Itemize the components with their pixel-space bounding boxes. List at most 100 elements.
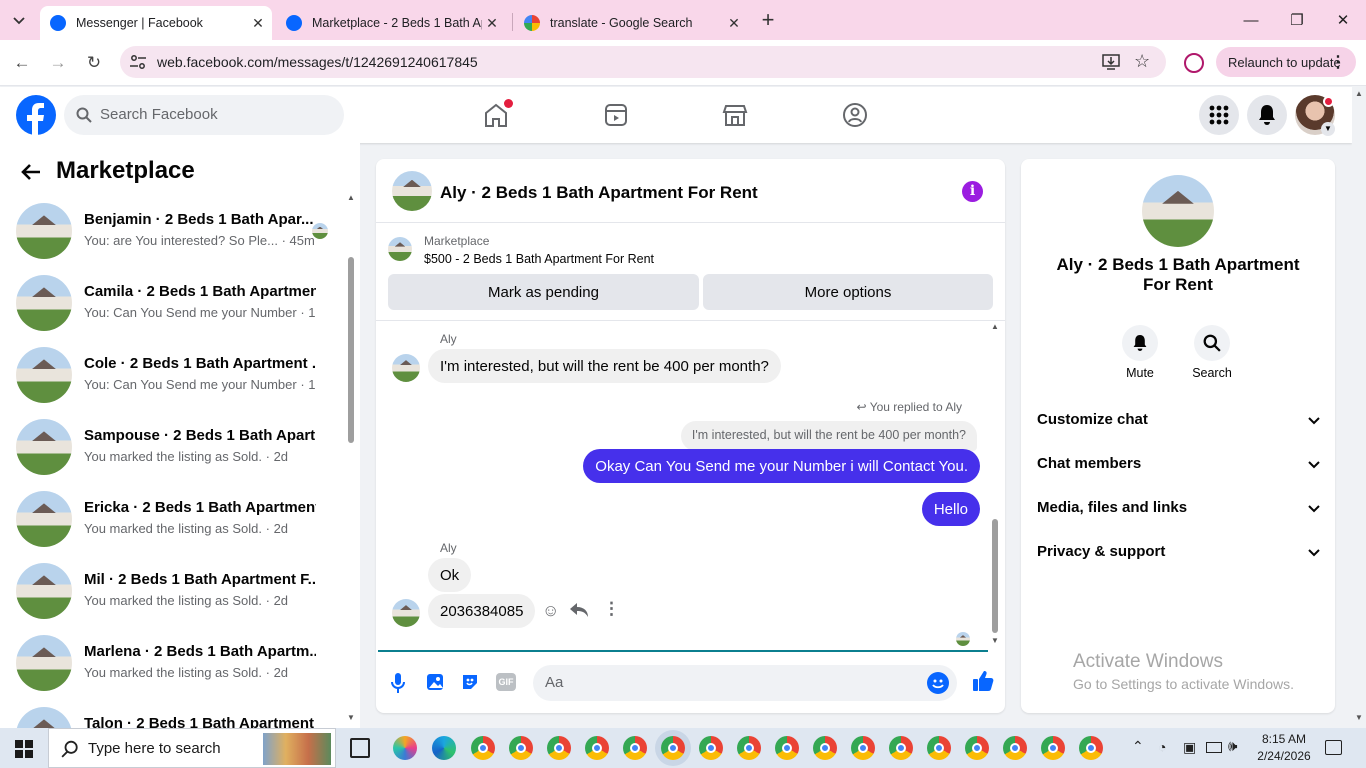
reels-icon[interactable]	[602, 101, 630, 129]
photo-icon[interactable]	[425, 672, 445, 692]
conversation-item[interactable]: Cole · 2 Beds 1 Bath Apartment ... You: C…	[16, 347, 336, 419]
thumbs-up-icon[interactable]	[972, 670, 994, 692]
network-icon[interactable]: ▣	[1183, 739, 1196, 756]
more-menu-icon[interactable]: ⋮	[1330, 52, 1346, 72]
incoming-message[interactable]: 2036384085	[428, 594, 536, 628]
chat-title[interactable]: Aly · 2 Beds 1 Bath Apartment For Rent	[440, 183, 758, 203]
task-view-icon[interactable]	[350, 738, 370, 758]
gif-icon[interactable]: GIF	[496, 673, 516, 691]
outgoing-message[interactable]: Okay Can You Send me your Number i will …	[583, 449, 980, 483]
reply-arrow-icon[interactable]	[570, 603, 588, 617]
notifications-button[interactable]	[1247, 95, 1287, 135]
home-icon[interactable]	[482, 99, 513, 129]
customize-chat-section[interactable]: Customize chat	[1037, 411, 1321, 435]
facebook-logo-icon[interactable]	[16, 95, 56, 135]
account-avatar[interactable]: ▼	[1295, 95, 1335, 136]
facebook-search-input[interactable]: Search Facebook	[64, 95, 344, 135]
more-actions-icon[interactable]: ⋮	[603, 599, 620, 619]
quoted-message[interactable]: I'm interested, but will the rent be 400…	[680, 421, 977, 451]
back-arrow-icon[interactable]: ←	[7, 48, 37, 78]
conversation-item[interactable]: Camila · 2 Beds 1 Bath Apartmen... You: C…	[16, 275, 336, 347]
conversation-item[interactable]: Talon · 2 Beds 1 Bath Apartment ...	[16, 707, 336, 728]
chrome-icon[interactable]	[1079, 736, 1103, 760]
sender-avatar[interactable]	[392, 599, 420, 627]
sender-avatar[interactable]	[392, 354, 420, 382]
message-input[interactable]: Aa	[533, 665, 957, 701]
chrome-icon[interactable]	[851, 736, 875, 760]
search-in-conversation-button[interactable]: Search	[1190, 325, 1234, 380]
sticker-icon[interactable]	[460, 672, 480, 692]
more-options-button[interactable]: More options	[703, 274, 993, 310]
new-tab-plus-icon[interactable]: +	[756, 8, 780, 32]
wifi-icon[interactable]: ◔	[1158, 739, 1166, 755]
chrome-icon[interactable]	[699, 736, 723, 760]
privacy-support-section[interactable]: Privacy & support	[1037, 543, 1321, 567]
listing-thumbnail-small[interactable]	[388, 237, 412, 261]
mark-as-pending-button[interactable]: Mark as pending	[388, 274, 699, 310]
conversation-item[interactable]: Sampouse · 2 Beds 1 Bath Apart... You mar…	[16, 419, 336, 491]
chrome-icon[interactable]	[585, 736, 609, 760]
minimize-window-icon[interactable]: —	[1228, 0, 1274, 40]
listing-photo[interactable]	[1142, 175, 1214, 247]
scroll-up-icon[interactable]: ▲	[347, 193, 355, 202]
mute-button[interactable]: Mute	[1120, 325, 1160, 380]
copilot-icon[interactable]	[393, 736, 417, 760]
chrome-icon[interactable]	[1041, 736, 1065, 760]
tab-search-dropdown-icon[interactable]	[8, 12, 30, 30]
thread-scrollbar[interactable]: ▲ ▼	[990, 322, 1000, 649]
profile-icon[interactable]	[1184, 53, 1204, 73]
restore-window-icon[interactable]: ❐	[1274, 0, 1320, 40]
listing-thumbnail[interactable]	[392, 171, 432, 211]
volume-icon[interactable]: 🕪	[1228, 738, 1237, 755]
scroll-down-icon[interactable]: ▼	[991, 636, 999, 645]
windows-start-icon[interactable]	[15, 740, 33, 758]
scroll-up-icon[interactable]: ▲	[1355, 89, 1363, 98]
taskbar-search-box[interactable]: Type here to search	[48, 728, 336, 768]
clock[interactable]: 8:15 AM 2/24/2026	[1252, 731, 1316, 765]
scroll-down-icon[interactable]: ▼	[347, 713, 355, 722]
show-hidden-icons-icon[interactable]: ⌃	[1132, 738, 1144, 755]
groups-icon[interactable]	[841, 101, 869, 129]
info-icon[interactable]: i	[962, 181, 983, 202]
tab-messenger[interactable]: Messenger | Facebook ✕	[40, 6, 272, 40]
media-files-links-section[interactable]: Media, files and links	[1037, 499, 1321, 523]
chrome-icon[interactable]	[927, 736, 951, 760]
conversation-item[interactable]: Benjamin · 2 Beds 1 Bath Apar... You: are…	[16, 203, 336, 275]
chrome-icon[interactable]	[471, 736, 495, 760]
reload-icon[interactable]: ↻	[79, 48, 109, 78]
close-tab-icon[interactable]: ✕	[724, 15, 744, 32]
close-window-icon[interactable]: ✕	[1320, 0, 1366, 40]
back-arrow-icon[interactable]	[20, 161, 42, 183]
tab-marketplace[interactable]: Marketplace - 2 Beds 1 Bath Ap ✕	[276, 6, 506, 40]
chrome-icon[interactable]	[889, 736, 913, 760]
scroll-thumb[interactable]	[348, 257, 354, 443]
site-info-icon[interactable]	[129, 54, 147, 70]
microphone-icon[interactable]	[391, 673, 405, 693]
chrome-icon[interactable]	[623, 736, 647, 760]
chat-members-section[interactable]: Chat members	[1037, 455, 1321, 479]
react-smiley-icon[interactable]: ☺	[542, 601, 559, 621]
edge-icon[interactable]	[432, 736, 456, 760]
conversation-item[interactable]: Marlena · 2 Beds 1 Bath Apartm... You mar…	[16, 635, 336, 707]
scroll-down-icon[interactable]: ▼	[1355, 713, 1363, 722]
tab-google-search[interactable]: translate - Google Search ✕	[514, 6, 748, 40]
chrome-icon[interactable]	[737, 736, 761, 760]
notification-center-icon[interactable]	[1325, 740, 1342, 755]
close-tab-icon[interactable]: ✕	[248, 15, 268, 32]
emoji-icon[interactable]	[927, 672, 949, 694]
page-scrollbar[interactable]: ▲ ▼	[1352, 87, 1366, 728]
chrome-icon[interactable]	[509, 736, 533, 760]
bookmark-star-icon[interactable]: ☆	[1134, 51, 1150, 72]
chrome-icon[interactable]	[661, 736, 685, 760]
chrome-icon[interactable]	[813, 736, 837, 760]
marketplace-icon[interactable]	[721, 101, 749, 129]
scroll-thumb[interactable]	[992, 519, 998, 633]
chrome-icon[interactable]	[775, 736, 799, 760]
sidebar-scrollbar[interactable]: ▲ ▼	[346, 193, 356, 728]
menu-grid-button[interactable]	[1199, 95, 1239, 135]
outgoing-message[interactable]: Hello	[921, 492, 980, 526]
install-app-icon[interactable]	[1101, 53, 1121, 71]
chrome-icon[interactable]	[965, 736, 989, 760]
forward-arrow-icon[interactable]: →	[43, 48, 73, 78]
close-tab-icon[interactable]: ✕	[482, 15, 502, 32]
